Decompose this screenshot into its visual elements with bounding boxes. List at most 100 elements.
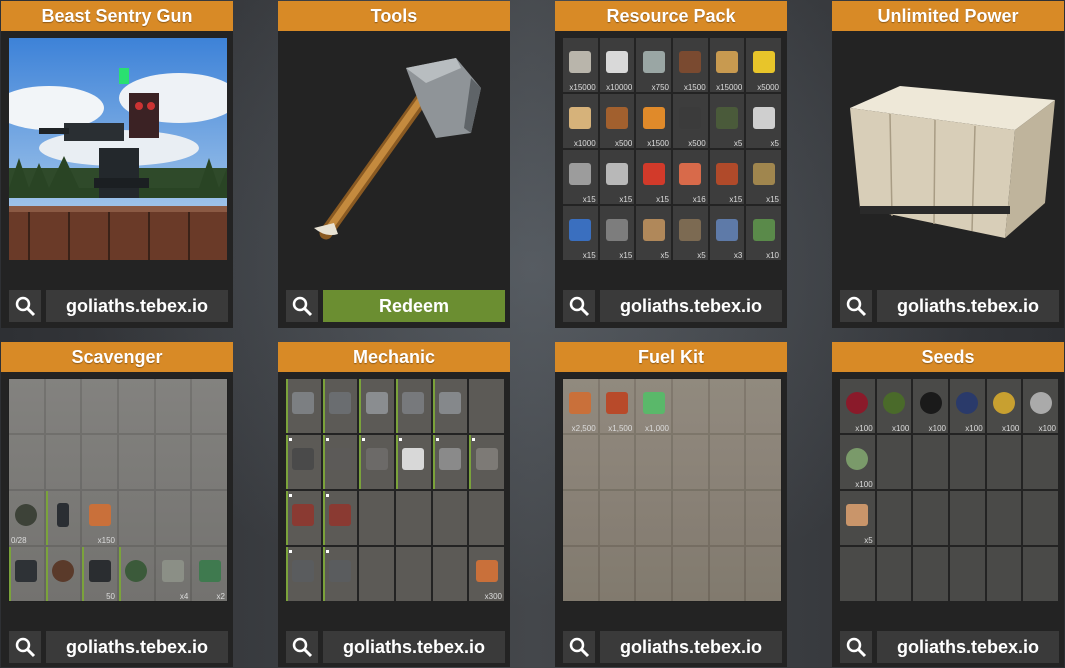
resource-slot[interactable]: x15 bbox=[746, 150, 781, 204]
inventory-slot[interactable] bbox=[322, 547, 358, 601]
resource-slot[interactable]: x15000 bbox=[709, 38, 745, 92]
inventory-slot[interactable] bbox=[396, 435, 431, 489]
inventory-slot[interactable]: x1,500 bbox=[598, 378, 636, 434]
inventory-slot[interactable] bbox=[469, 435, 504, 489]
store-link[interactable]: goliaths.tebex.io bbox=[877, 290, 1059, 322]
empty-slot[interactable] bbox=[635, 434, 672, 490]
resource-slot[interactable]: x15 bbox=[563, 206, 598, 260]
resource-slot[interactable]: x15000 bbox=[563, 38, 598, 92]
card-mechanic[interactable]: Mechanic x300 goliaths.tebex.io bbox=[278, 342, 510, 667]
empty-slot[interactable] bbox=[118, 378, 155, 434]
card-seeds[interactable]: Seeds x100 x100 x100 x100 x100 x100 x100 x5 gol… bbox=[832, 342, 1064, 667]
empty-slot[interactable] bbox=[598, 434, 636, 490]
seed-slot[interactable]: x100 bbox=[986, 379, 1022, 433]
empty-slot[interactable] bbox=[950, 547, 985, 601]
inventory-slot[interactable] bbox=[432, 435, 468, 489]
empty-slot[interactable] bbox=[432, 547, 468, 601]
resource-slot[interactable]: x5 bbox=[636, 206, 671, 260]
hotbar-slot[interactable] bbox=[44, 546, 82, 602]
inventory-slot[interactable] bbox=[44, 490, 82, 546]
search-button[interactable] bbox=[840, 290, 872, 322]
resource-slot[interactable]: x5000 bbox=[746, 38, 781, 92]
seed-slot[interactable]: x100 bbox=[913, 379, 948, 433]
empty-slot[interactable] bbox=[118, 434, 155, 490]
resource-slot[interactable]: x5 bbox=[673, 206, 708, 260]
resource-slot[interactable]: x3 bbox=[709, 206, 745, 260]
seed-slot[interactable]: x100 bbox=[876, 379, 912, 433]
store-link[interactable]: goliaths.tebex.io bbox=[877, 631, 1059, 663]
empty-slot[interactable] bbox=[913, 547, 948, 601]
empty-slot[interactable] bbox=[708, 434, 746, 490]
inventory-slot[interactable] bbox=[359, 435, 394, 489]
inventory-slot[interactable]: x150 bbox=[81, 490, 118, 546]
empty-slot[interactable] bbox=[913, 435, 948, 489]
empty-slot[interactable] bbox=[154, 434, 192, 490]
empty-slot[interactable] bbox=[986, 547, 1022, 601]
empty-slot[interactable] bbox=[598, 490, 636, 546]
inventory-slot[interactable]: x2,500 bbox=[562, 378, 599, 434]
empty-slot[interactable] bbox=[469, 491, 504, 545]
empty-slot[interactable] bbox=[950, 491, 985, 545]
empty-slot[interactable] bbox=[672, 434, 709, 490]
empty-slot[interactable] bbox=[672, 490, 709, 546]
seed-slot[interactable]: x100 bbox=[840, 379, 875, 433]
resource-slot[interactable]: x15 bbox=[709, 150, 745, 204]
empty-slot[interactable] bbox=[635, 490, 672, 546]
empty-slot[interactable] bbox=[118, 490, 155, 546]
resource-slot[interactable]: x15 bbox=[563, 150, 598, 204]
empty-slot[interactable] bbox=[359, 491, 394, 545]
inventory-slot[interactable]: x5 bbox=[840, 491, 875, 545]
card-fuel-kit[interactable]: Fuel Kit x2,500 x1,500 x1,000 goliaths.teb… bbox=[555, 342, 787, 667]
empty-slot[interactable] bbox=[396, 491, 431, 545]
inventory-slot[interactable] bbox=[286, 547, 321, 601]
hotbar-slot[interactable] bbox=[118, 546, 155, 602]
card-unlimited-power[interactable]: Unlimited Power goliaths.tebex.io bbox=[832, 1, 1064, 328]
search-button[interactable] bbox=[840, 631, 872, 663]
empty-slot[interactable] bbox=[1023, 547, 1058, 601]
empty-slot[interactable] bbox=[745, 546, 782, 602]
empty-slot[interactable] bbox=[44, 434, 82, 490]
inventory-slot[interactable] bbox=[286, 435, 321, 489]
resource-slot[interactable]: x16 bbox=[673, 150, 708, 204]
resource-slot[interactable]: x10000 bbox=[599, 38, 635, 92]
redeem-button[interactable]: Redeem bbox=[323, 290, 505, 322]
empty-slot[interactable] bbox=[81, 434, 118, 490]
card-scavenger[interactable]: Scavenger 0/28 x150 50 x4 x2 goliaths.tebex.… bbox=[1, 342, 233, 667]
empty-slot[interactable] bbox=[635, 546, 672, 602]
inventory-slot[interactable]: x300 bbox=[469, 547, 504, 601]
hotbar-slot[interactable]: x2 bbox=[191, 546, 228, 602]
empty-slot[interactable] bbox=[8, 434, 45, 490]
inventory-slot[interactable] bbox=[322, 435, 358, 489]
search-button[interactable] bbox=[9, 631, 41, 663]
inventory-slot[interactable] bbox=[359, 379, 394, 433]
empty-slot[interactable] bbox=[876, 435, 912, 489]
search-button[interactable] bbox=[286, 631, 318, 663]
empty-slot[interactable] bbox=[469, 379, 504, 433]
search-button[interactable] bbox=[563, 290, 595, 322]
empty-slot[interactable] bbox=[745, 490, 782, 546]
seed-slot[interactable]: x100 bbox=[1023, 379, 1058, 433]
empty-slot[interactable] bbox=[876, 547, 912, 601]
inventory-slot[interactable] bbox=[396, 379, 431, 433]
empty-slot[interactable] bbox=[986, 435, 1022, 489]
empty-slot[interactable] bbox=[396, 547, 431, 601]
empty-slot[interactable] bbox=[191, 378, 228, 434]
inventory-slot[interactable] bbox=[322, 491, 358, 545]
empty-slot[interactable] bbox=[1023, 435, 1058, 489]
empty-slot[interactable] bbox=[1023, 491, 1058, 545]
empty-slot[interactable] bbox=[359, 547, 394, 601]
empty-slot[interactable] bbox=[913, 491, 948, 545]
empty-slot[interactable] bbox=[598, 546, 636, 602]
card-beast-sentry-gun[interactable]: Beast Sentry Gun goliaths.tebex.io bbox=[1, 1, 233, 328]
resource-slot[interactable]: x5 bbox=[746, 94, 781, 148]
resource-slot[interactable]: x500 bbox=[599, 94, 635, 148]
store-link[interactable]: goliaths.tebex.io bbox=[600, 290, 782, 322]
store-link[interactable]: goliaths.tebex.io bbox=[46, 290, 228, 322]
empty-slot[interactable] bbox=[672, 546, 709, 602]
store-link[interactable]: goliaths.tebex.io bbox=[600, 631, 782, 663]
resource-slot[interactable]: x15 bbox=[599, 150, 635, 204]
empty-slot[interactable] bbox=[950, 435, 985, 489]
resource-slot[interactable]: x1500 bbox=[636, 94, 671, 148]
resource-slot[interactable]: x500 bbox=[673, 94, 708, 148]
empty-slot[interactable] bbox=[154, 490, 192, 546]
